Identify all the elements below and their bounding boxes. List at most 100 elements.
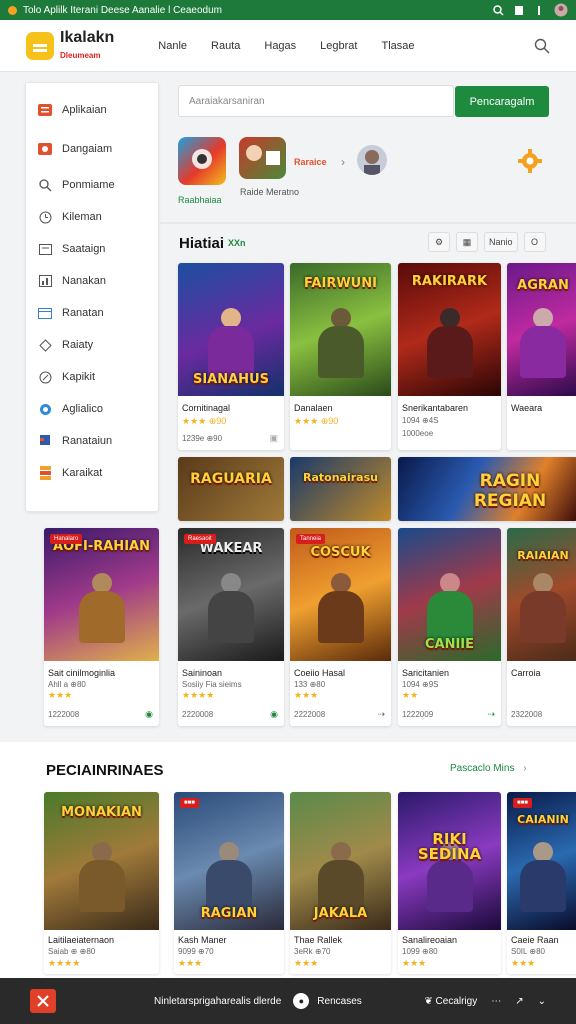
game-rating: ★★★ ⊕90 xyxy=(182,416,227,426)
sidebar-item-nanakan[interactable]: Nanakan xyxy=(26,265,158,297)
bookmark-icon[interactable] xyxy=(514,5,524,16)
game-name: Saininoan xyxy=(182,668,223,678)
game-card[interactable]: CANIIE Saricitanien 1094 ⊕9S ★★ 1222009 … xyxy=(398,528,501,726)
search-icon[interactable] xyxy=(493,4,504,16)
nav-item[interactable]: Nanle xyxy=(158,40,187,52)
sidebar-item-aglialico[interactable]: Aglialico xyxy=(26,393,158,425)
game-name: Sait cinilmoginlia xyxy=(48,668,116,678)
sidebar-item-label: Nanakan xyxy=(62,275,107,287)
section-divider xyxy=(160,222,576,224)
featured-app-icon[interactable] xyxy=(178,137,226,185)
nav-item[interactable]: Hagas xyxy=(264,40,296,52)
game-card[interactable]: JAKALA Thae Rallek 3eRk ⊕70 ★★★ xyxy=(290,792,391,974)
sidebar-item-ponmiame[interactable]: Ponmiame xyxy=(26,169,158,201)
game-cover: JAKALA xyxy=(290,792,391,930)
game-rating: ★★★ xyxy=(402,958,427,968)
logo-icon[interactable] xyxy=(26,31,54,60)
game-name: Waeara xyxy=(511,403,543,413)
nav-item[interactable]: Rauta xyxy=(211,40,240,52)
promo-banner[interactable]: RAGIN REGIAN xyxy=(398,457,576,521)
promo-banner[interactable]: Ratonairasu xyxy=(290,457,391,521)
cover-title: RAGIAN xyxy=(200,906,258,921)
cover-title: MONAKIAN xyxy=(61,805,142,820)
settings-tool[interactable]: ⚙ xyxy=(428,232,450,252)
sidebar-item-ranatan[interactable]: Ranatan xyxy=(26,297,158,329)
share-icon[interactable]: ⇢ xyxy=(377,709,385,720)
sidebar-item-saataign[interactable]: Saataign xyxy=(26,233,158,265)
featured-label: Raide Meratno xyxy=(240,187,300,197)
nav-item[interactable]: Tlasae xyxy=(381,40,414,52)
cover-title: RAIAIAN xyxy=(517,549,569,562)
game-cover: RIKI SEDINA xyxy=(398,792,501,930)
chevron-down-icon[interactable]: ⌄ xyxy=(538,996,546,1007)
search-icon[interactable] xyxy=(534,38,550,54)
sidebar-item-label: Ranataiun xyxy=(62,435,113,447)
featured-app-icon[interactable] xyxy=(239,137,286,179)
avatar[interactable] xyxy=(554,3,568,17)
game-meta: 1094 ⊕9S xyxy=(402,680,439,689)
chevron-right-icon[interactable]: › xyxy=(341,155,345,169)
game-card[interactable]: RAIAIAN Carroia 2322008 xyxy=(507,528,576,726)
menu-icon[interactable] xyxy=(534,5,544,16)
sidebar-item-label: Ponmiame xyxy=(62,179,115,191)
category-button[interactable]: ❦ Cecalrigy xyxy=(424,996,477,1007)
sidebar-item-kapikit[interactable]: Kapikit xyxy=(26,361,158,393)
cover-title: AGRAN xyxy=(517,278,569,293)
game-card[interactable]: MONAKIAN Laitilaeiaternaon Saiab ⊕ ⊕80 ★… xyxy=(44,792,159,974)
game-card[interactable]: CAIANIN ■■■ Caeie Raan S0IL ⊕80 ★★★ xyxy=(507,792,576,974)
sidebar-item-aplikaian[interactable]: Aplikaian xyxy=(26,91,158,129)
stack-icon xyxy=(38,466,52,480)
sidebar-item-karaikat[interactable]: Karaikat xyxy=(26,457,158,489)
game-meta: 1094 ⊕4S xyxy=(402,416,439,425)
download-icon[interactable]: ◉ xyxy=(145,709,153,720)
search-input[interactable]: Aaraiakarsaniran xyxy=(178,85,454,117)
game-card[interactable]: RAKIRARK Snerikantabaren 1094 ⊕4S 1000eo… xyxy=(398,263,501,450)
cover-title: CANIIE xyxy=(424,637,475,652)
game-cover: AGRAN xyxy=(507,263,576,396)
share-icon[interactable]: ↗ xyxy=(515,996,523,1007)
sidebar-item-label: Kapikit xyxy=(62,371,96,383)
game-card[interactable]: RAGIAN ■■■ Kash Maner 9099 ⊕70 ★★★ xyxy=(174,792,284,974)
game-rating: ★★★ xyxy=(511,958,536,968)
game-card[interactable]: WAKEAR Raesaoit Saininoan Sosiiy Fia sie… xyxy=(178,528,284,726)
calendar-icon xyxy=(38,242,52,256)
share-icon[interactable]: ⇢ xyxy=(487,709,495,720)
game-meta: 1099 ⊕80 xyxy=(402,947,438,956)
see-more-link[interactable]: Pascaclo Mins › xyxy=(450,763,527,774)
gear-icon[interactable] xyxy=(518,149,542,178)
game-card[interactable]: AOFI-RAHIAN Hanalaro Sait cinilmoginlia … xyxy=(44,528,159,726)
game-card[interactable]: FAIRWUNI Danalaen ★★★ ⊕90 xyxy=(290,263,391,450)
game-card[interactable]: COSCUK Tanneia Coeiio Hasal 133 ⊕80 ★★★ … xyxy=(290,528,391,726)
featured-tag[interactable]: Raraice xyxy=(294,157,327,167)
filter-tool[interactable]: O xyxy=(523,232,546,252)
game-cover: MONAKIAN xyxy=(44,792,159,930)
sidebar-item-ranataiun[interactable]: Ranataiun xyxy=(26,425,158,457)
clock-icon xyxy=(38,210,52,224)
sidebar-item-raiaty[interactable]: Raiaty xyxy=(26,329,158,361)
download-icon[interactable]: ▣ xyxy=(269,433,278,444)
app-logo-icon[interactable] xyxy=(30,989,56,1013)
nav-item[interactable]: Legbrat xyxy=(320,40,357,52)
home-button[interactable]: ● Rencases xyxy=(293,993,362,1009)
game-card[interactable]: AGRAN Waeara xyxy=(507,263,576,450)
game-card[interactable]: SIANAHUS Cornitinagal ★★★ ⊕90 1239e ⊕90 … xyxy=(178,263,284,450)
sidebar-item-label: Aplikaian xyxy=(62,104,107,116)
cover-title: CAIANIN xyxy=(517,813,569,826)
sidebar-item-label: Ranatan xyxy=(62,307,104,319)
game-card[interactable]: RIKI SEDINA Sanalireoaian 1099 ⊕80 ★★★ xyxy=(398,792,501,974)
download-icon[interactable]: ◉ xyxy=(270,709,278,720)
sidebar-item-dangaiam[interactable]: Dangaiam xyxy=(26,129,158,169)
grid-tool[interactable]: ▦ xyxy=(456,232,478,252)
window-icon xyxy=(38,306,52,320)
featured-strip: Raabhaiaa Raide Meratno Raraice › xyxy=(178,137,558,207)
status-badge: Raesaoit xyxy=(184,534,216,544)
featured-avatar[interactable] xyxy=(357,145,387,175)
promo-banner[interactable]: RAGUARIA xyxy=(178,457,284,521)
more-icon[interactable]: ⋯ xyxy=(491,996,501,1007)
sidebar-item-kileman[interactable]: Kileman xyxy=(26,201,158,233)
sort-dropdown[interactable]: Nanio xyxy=(484,232,518,252)
game-meta: 3eRk ⊕70 xyxy=(294,947,331,956)
search-button[interactable]: Pencaragalm xyxy=(455,86,549,117)
globe-icon xyxy=(38,402,52,416)
brand[interactable]: Ikalakn Dleumeam xyxy=(60,29,114,62)
